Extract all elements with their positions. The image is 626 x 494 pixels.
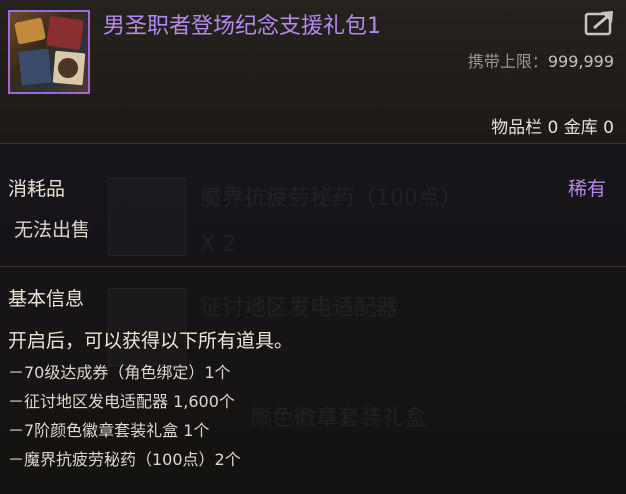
list-item: －魔界抗疲劳秘药（100点）2个: [8, 450, 241, 469]
item-tooltip: 使用后可获得道具列表 魔界抗疲劳秘药（100点） X 2 征讨地区发电适配器 颜…: [0, 0, 626, 494]
carry-limit-value: 999,999: [547, 52, 614, 71]
list-item: －70级达成券（角色绑定）1个: [8, 363, 231, 382]
section-divider: [0, 266, 626, 267]
item-rarity: 稀有: [567, 178, 606, 200]
item-type: 消耗品: [8, 178, 66, 200]
tooltip-header: 男圣职者登场纪念支援礼包1 携带上限：999,999 物品栏 0 金库 0: [0, 0, 626, 144]
basic-info-title: 基本信息: [8, 288, 85, 310]
ghost-slot-1: [108, 178, 186, 256]
gift-pack-icon: [8, 10, 90, 94]
ghost-text-5: 颜色徽章套装礼盒: [250, 406, 427, 431]
contents-list: －70级达成券（角色绑定）1个 －征讨地区发电适配器 1,600个 －7阶颜色徽…: [8, 358, 241, 474]
ghost-text-3: X 2: [200, 232, 237, 257]
trade-restriction: 无法出售: [14, 219, 91, 241]
list-item: －7阶颜色徽章套装礼盒 1个: [8, 421, 210, 440]
item-name: 男圣职者登场纪念支援礼包1: [103, 14, 381, 39]
carry-limit: 携带上限：999,999: [468, 48, 614, 72]
list-item: －征讨地区发电适配器 1,600个: [8, 392, 235, 411]
ghost-text-2: 魔界抗疲劳秘药（100点）: [200, 186, 462, 211]
share-icon[interactable]: [584, 8, 616, 36]
ghost-text-4: 征讨地区发电适配器: [200, 296, 399, 321]
carry-limit-label: 携带上限：: [467, 52, 548, 71]
storage-count: 物品栏 0 金库 0: [491, 118, 614, 138]
basic-info-description: 开启后，可以获得以下所有道具。: [8, 330, 294, 352]
